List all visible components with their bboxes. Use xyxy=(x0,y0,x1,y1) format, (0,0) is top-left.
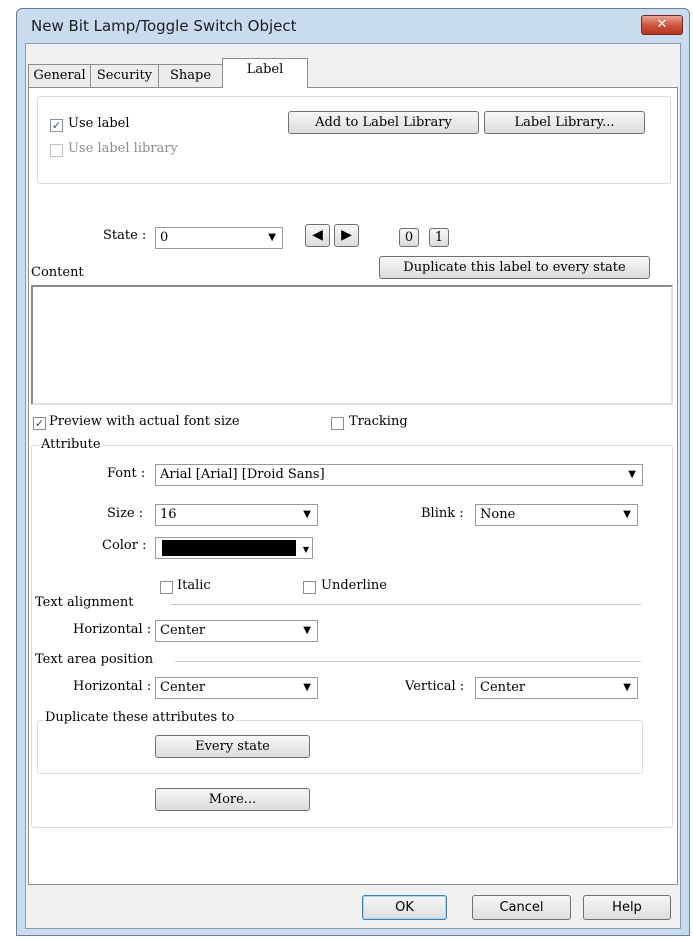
text-area-position-divider xyxy=(175,661,641,662)
next-state-button[interactable]: ▶ xyxy=(334,224,359,247)
italic-label: Italic xyxy=(177,578,211,593)
position-vertical-label: Vertical : xyxy=(405,679,465,694)
label-library-button[interactable]: Label Library... xyxy=(484,111,645,134)
position-horizontal-label: Horizontal : xyxy=(73,679,152,694)
add-to-label-library-button[interactable]: Add to Label Library xyxy=(288,111,479,134)
triangle-left-icon: ◀ xyxy=(312,227,323,243)
italic-checkbox[interactable] xyxy=(160,581,173,594)
tracking-label: Tracking xyxy=(349,414,408,429)
chevron-down-icon: ▼ xyxy=(303,509,311,520)
tab-general[interactable]: General xyxy=(28,64,91,87)
tab-security[interactable]: Security xyxy=(90,64,159,87)
help-button[interactable]: Help xyxy=(583,895,671,920)
size-value: 16 xyxy=(160,507,177,522)
close-button[interactable]: ✕ xyxy=(641,15,683,35)
every-state-button[interactable]: Every state xyxy=(155,735,310,758)
text-area-position-label: Text area position xyxy=(35,652,154,667)
chevron-down-icon: ▼ xyxy=(623,682,631,693)
use-label-checkbox[interactable]: ✓ xyxy=(50,119,63,132)
color-swatch xyxy=(162,540,296,556)
previous-state-button[interactable]: ◀ xyxy=(305,224,330,247)
blink-value: None xyxy=(480,507,516,522)
state-label: State : xyxy=(103,228,147,243)
preview-checkbox[interactable]: ✓ xyxy=(33,417,46,430)
content-text-area[interactable] xyxy=(31,285,673,405)
position-horizontal-value: Center xyxy=(160,680,206,695)
alignment-horizontal-value: Center xyxy=(160,623,206,638)
chevron-down-icon: ▼ xyxy=(268,232,276,243)
attribute-group-label: Attribute xyxy=(39,437,103,452)
color-picker[interactable]: ▼ xyxy=(155,537,313,559)
chevron-down-icon: ▼ xyxy=(302,545,309,554)
duplicate-attributes-label: Duplicate these attributes to xyxy=(43,710,237,725)
cancel-button[interactable]: Cancel xyxy=(472,895,571,920)
font-value: Arial [Arial] [Droid Sans] xyxy=(160,467,325,482)
alignment-horizontal-select[interactable]: Center ▼ xyxy=(155,620,318,642)
alignment-horizontal-label: Horizontal : xyxy=(73,622,152,637)
size-label: Size : xyxy=(107,506,144,521)
chevron-down-icon: ▼ xyxy=(623,509,631,520)
label-tab-panel: ✓ Use label Use label library Add to Lab… xyxy=(28,87,678,885)
color-label: Color : xyxy=(102,538,147,553)
chevron-down-icon: ▼ xyxy=(628,469,636,480)
chevron-down-icon: ▼ xyxy=(303,625,311,636)
duplicate-label-button[interactable]: Duplicate this label to every state xyxy=(379,256,650,279)
tab-label[interactable]: Label xyxy=(222,58,308,88)
size-select[interactable]: 16 ▼ xyxy=(155,504,318,526)
position-vertical-value: Center xyxy=(480,680,526,695)
use-label-library-checkbox xyxy=(50,144,63,157)
blink-select[interactable]: None ▼ xyxy=(475,504,638,526)
underline-label: Underline xyxy=(321,578,387,593)
state-0-button[interactable]: 0 xyxy=(399,228,419,247)
triangle-right-icon: ▶ xyxy=(341,227,352,243)
title-bar[interactable]: New Bit Lamp/Toggle Switch Object ✕ xyxy=(17,9,689,43)
font-label: Font : xyxy=(107,466,146,481)
dialog-window: New Bit Lamp/Toggle Switch Object ✕ Gene… xyxy=(16,8,690,936)
tab-shape[interactable]: Shape xyxy=(158,64,223,87)
position-vertical-select[interactable]: Center ▼ xyxy=(475,677,638,699)
text-alignment-divider xyxy=(171,604,641,605)
underline-checkbox[interactable] xyxy=(303,581,316,594)
use-label-library-label: Use label library xyxy=(68,141,178,156)
tracking-checkbox[interactable] xyxy=(331,417,344,430)
state-select[interactable]: 0 ▼ xyxy=(155,227,283,249)
blink-label: Blink : xyxy=(421,506,464,521)
use-label-label: Use label xyxy=(68,116,130,131)
content-label: Content xyxy=(31,265,84,280)
window-title: New Bit Lamp/Toggle Switch Object xyxy=(31,17,297,35)
label-options-group: ✓ Use label Use label library Add to Lab… xyxy=(37,96,671,184)
chevron-down-icon: ▼ xyxy=(303,682,311,693)
ok-button[interactable]: OK xyxy=(362,895,447,920)
position-horizontal-select[interactable]: Center ▼ xyxy=(155,677,318,699)
state-1-button[interactable]: 1 xyxy=(429,228,449,247)
text-alignment-label: Text alignment xyxy=(35,595,134,610)
duplicate-attributes-group xyxy=(37,720,643,774)
dialog-client: General Security Shape Label ✓ Use label… xyxy=(25,43,681,929)
state-value: 0 xyxy=(160,230,169,245)
font-select[interactable]: Arial [Arial] [Droid Sans] ▼ xyxy=(155,464,643,486)
preview-label: Preview with actual font size xyxy=(49,414,240,429)
more-button[interactable]: More... xyxy=(155,788,310,811)
